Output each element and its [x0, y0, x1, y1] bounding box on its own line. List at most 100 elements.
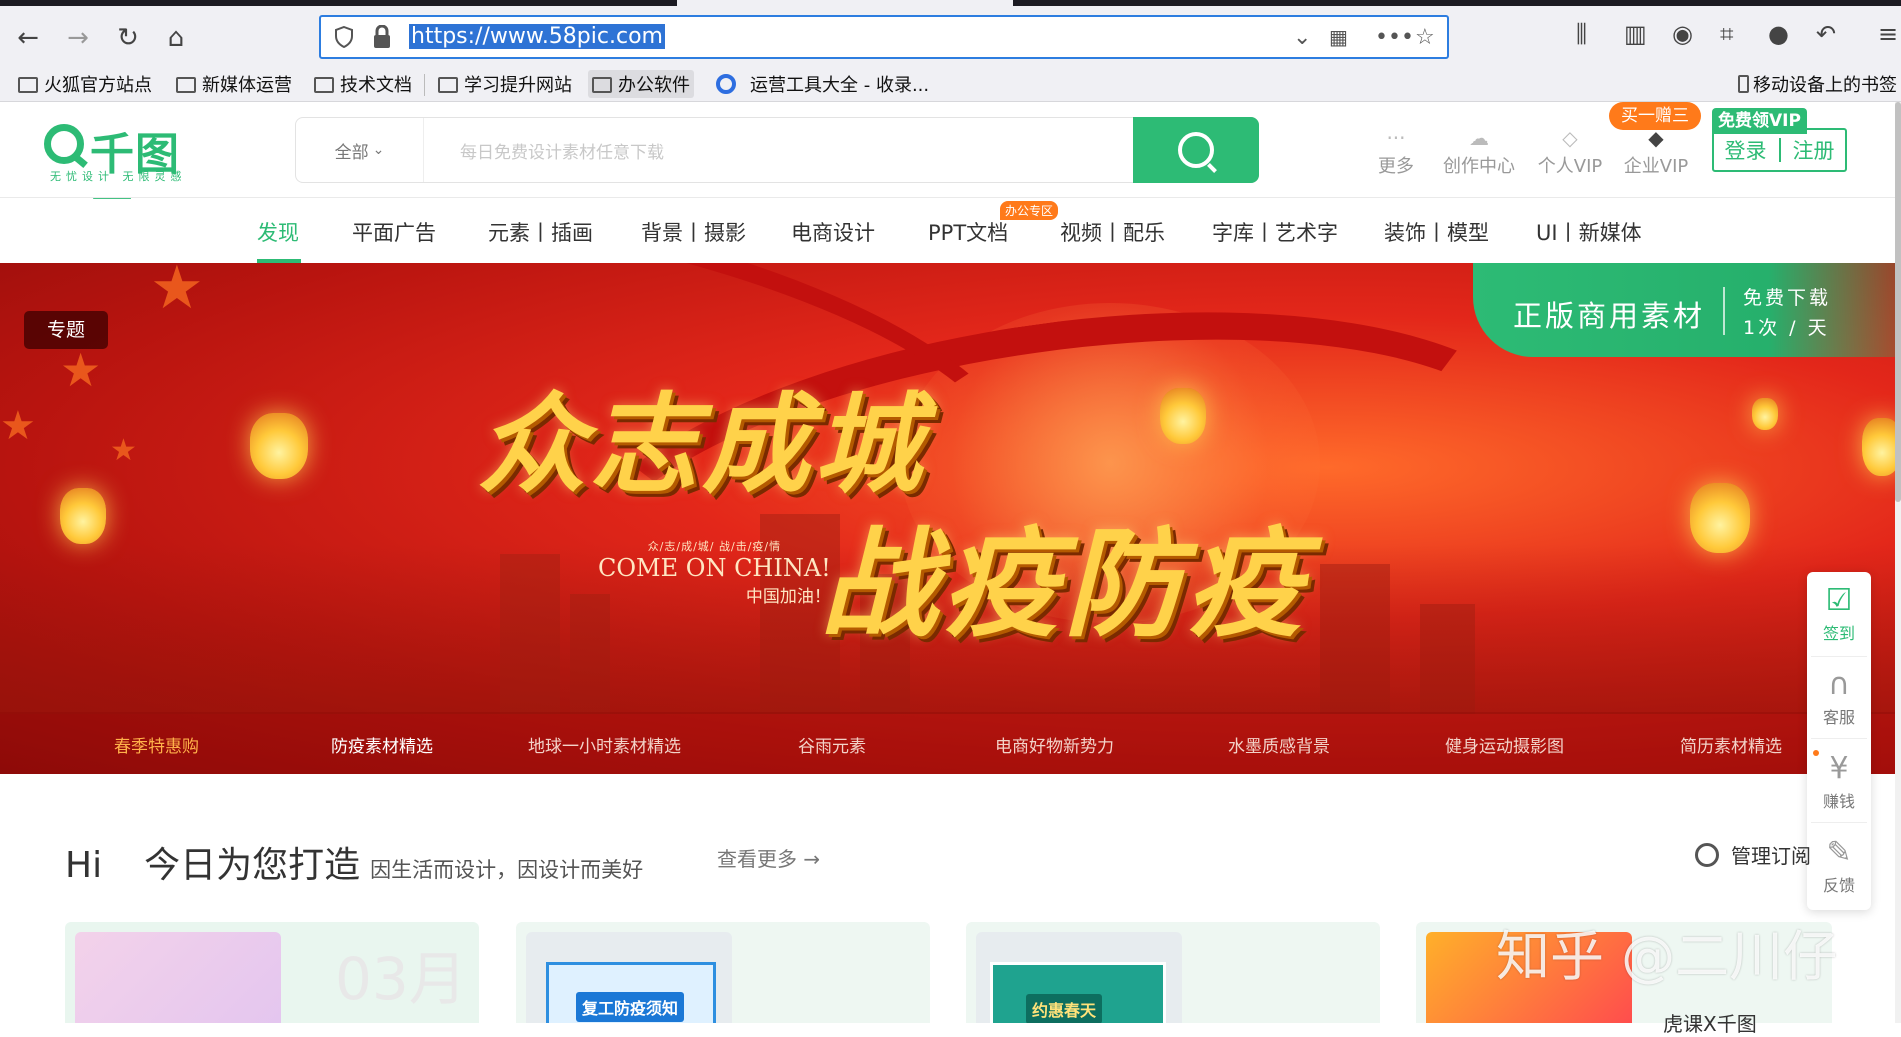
banner-link[interactable]: 防疫素材精选	[331, 732, 433, 757]
scrollbar-thumb[interactable]	[1895, 102, 1901, 502]
card-month: 03月	[335, 945, 467, 1013]
shield-icon[interactable]	[335, 26, 353, 48]
login-button[interactable]: 登录	[1725, 135, 1767, 165]
sky-lantern	[250, 413, 308, 479]
recommend-card[interactable]: 复工防疫须知	[516, 922, 930, 1023]
tool-label: 签到	[1822, 624, 1855, 643]
tab-elements[interactable]: 元素丨插画	[488, 217, 593, 247]
search-box: 全部 ⌄ 每日免费设计素材任意下载	[295, 117, 1259, 183]
address-bar[interactable]: https://www.58pic.com ⌄ ▦ ••• ☆	[319, 15, 1449, 59]
bookmark-label: 移动设备上的书签	[1753, 75, 1897, 96]
bookmark-link[interactable]: 运营工具大全 - 收录...	[712, 70, 933, 98]
tab-ecommerce[interactable]: 电商设计	[791, 217, 875, 247]
gear-icon	[1695, 843, 1719, 867]
login-register-box: 登录 注册	[1712, 128, 1847, 172]
bookmark-folder[interactable]: 办公软件	[588, 70, 694, 98]
licence-rate-text: 1次 / 天	[1743, 317, 1830, 339]
banner-link[interactable]: 谷雨元素	[798, 732, 866, 757]
feedback-tool[interactable]: ✎ 反馈	[1807, 834, 1871, 896]
nav-enterprise-vip[interactable]: ◆ 企业VIP	[1614, 126, 1698, 178]
nav-personal-vip[interactable]: ◇ 个人VIP	[1528, 126, 1612, 178]
tool-label: 赚钱	[1822, 792, 1855, 811]
qr-code-icon[interactable]: ▦	[1329, 25, 1348, 49]
forward-icon[interactable]: →	[58, 18, 98, 58]
url-text[interactable]: https://www.58pic.com	[409, 24, 665, 49]
folder-icon	[438, 77, 458, 93]
tab-decor[interactable]: 装饰丨模型	[1384, 217, 1489, 247]
banner-link[interactable]: 水墨质感背景	[1228, 732, 1330, 757]
recommend-heading: Hi 今日为您打造 因生活而设计，因设计而美好	[65, 836, 643, 888]
reload-icon[interactable]: ↻	[108, 18, 148, 58]
account-icon[interactable]: ◉	[1672, 20, 1693, 48]
recommend-card[interactable]: 约惠春天	[966, 922, 1380, 1023]
home-icon[interactable]: ⌂	[156, 18, 196, 58]
bookmark-folder[interactable]: 火狐官方站点	[14, 70, 156, 98]
banner-link[interactable]: 电商好物新势力	[995, 732, 1114, 757]
more-actions-icon[interactable]: •••	[1375, 25, 1414, 50]
divider	[1811, 822, 1867, 823]
library-icon[interactable]: ⫼	[1576, 20, 1587, 48]
page-scrollbar[interactable]	[1895, 102, 1901, 1023]
office-zone-badge: 办公专区	[1000, 201, 1059, 220]
view-more-link[interactable]: 查看更多 →	[717, 843, 820, 872]
tab-print-ads[interactable]: 平面广告	[352, 217, 436, 247]
bookmark-folder[interactable]: 学习提升网站	[434, 70, 576, 98]
active-tab[interactable]	[677, 0, 1013, 6]
search-category-select[interactable]: 全部 ⌄	[296, 118, 424, 182]
manage-subscription-button[interactable]: 管理订阅	[1695, 840, 1811, 869]
banner-link[interactable]: 简历素材精选	[1680, 732, 1782, 757]
star-icon: ★	[150, 263, 204, 323]
tool-label: 反馈	[1822, 876, 1855, 895]
divider	[1811, 656, 1867, 657]
licence-badge[interactable]: 正版商用素材 免费下载 1次 / 天	[1473, 263, 1895, 357]
chat-icon[interactable]: ●	[1768, 20, 1789, 48]
poster-title: 复工防疫须知	[576, 992, 685, 1022]
bookmark-star-icon[interactable]: ☆	[1415, 25, 1435, 50]
nav-more[interactable]: ··· 更多	[1356, 126, 1436, 178]
mobile-bookmarks[interactable]: 移动设备上的书签	[1734, 70, 1901, 98]
lock-icon[interactable]	[373, 25, 391, 49]
site-logo[interactable]: 千图网 无忧设计 无限灵感	[44, 120, 214, 244]
customer-service-tool[interactable]: ∩ 客服	[1807, 666, 1871, 728]
sidebar-icon[interactable]: ▥	[1624, 20, 1647, 48]
zhihu-watermark: 知乎 @二川仔	[1496, 925, 1838, 988]
tool-label: 客服	[1822, 708, 1855, 727]
earn-money-tool[interactable]: ¥ 赚钱	[1807, 750, 1871, 812]
menu-icon[interactable]: ≡	[1878, 20, 1898, 48]
sign-in-tool[interactable]: ☑ 签到	[1807, 582, 1871, 644]
diamond-icon: ◇	[1562, 126, 1578, 150]
nav-creator-center[interactable]: ☁ 创作中心	[1434, 126, 1524, 178]
tab-ui[interactable]: UI丨新媒体	[1536, 217, 1642, 247]
register-button[interactable]: 注册	[1793, 135, 1835, 165]
undo-icon[interactable]: ↶	[1816, 20, 1836, 48]
nav-label: 创作中心	[1443, 156, 1515, 177]
tab-discover[interactable]: 发现	[257, 217, 299, 247]
search-input[interactable]: 每日免费设计素材任意下载	[460, 138, 664, 163]
topic-tag: 专题	[24, 311, 108, 349]
cheer-chinese-text: 中国加油！	[745, 587, 831, 607]
tab-ppt[interactable]: PPT文档	[928, 217, 1008, 247]
bookmark-label: 技术文档	[340, 75, 412, 96]
screenshot-icon[interactable]: ⌗	[1720, 20, 1734, 48]
sky-lantern	[60, 488, 106, 544]
hero-banner[interactable]: ★ ★ ★ ★ 专题 正版商用素材 免费下载 1次 / 天 众志成城 战疫防疫 …	[0, 263, 1895, 774]
tab-backgrounds[interactable]: 背景丨摄影	[641, 217, 746, 247]
banner-link[interactable]: 春季特惠购	[114, 732, 199, 757]
search-icon	[1178, 132, 1214, 168]
tab-fonts[interactable]: 字库丨艺术字	[1212, 217, 1338, 247]
bookmark-label: 火狐官方站点	[44, 75, 152, 96]
divider	[1811, 738, 1867, 739]
back-icon[interactable]: ←	[8, 18, 48, 58]
recommend-title: 今日为您打造	[144, 845, 361, 886]
banner-link[interactable]: 地球一小时素材精选	[528, 732, 681, 757]
banner-link[interactable]: 健身运动摄影图	[1445, 732, 1564, 757]
upload-cloud-icon: ☁	[1469, 126, 1489, 150]
chevron-down-icon[interactable]: ⌄	[1293, 25, 1311, 50]
bookmark-folder[interactable]: 新媒体运营	[172, 70, 296, 98]
search-button[interactable]	[1133, 117, 1259, 183]
promo-badge[interactable]: 买一赠三	[1609, 102, 1701, 130]
nav-label: 更多	[1378, 156, 1414, 177]
tab-video[interactable]: 视频丨配乐	[1060, 217, 1165, 247]
bookmark-folder[interactable]: 技术文档	[310, 70, 416, 98]
recommend-card[interactable]: 03月	[65, 922, 479, 1023]
